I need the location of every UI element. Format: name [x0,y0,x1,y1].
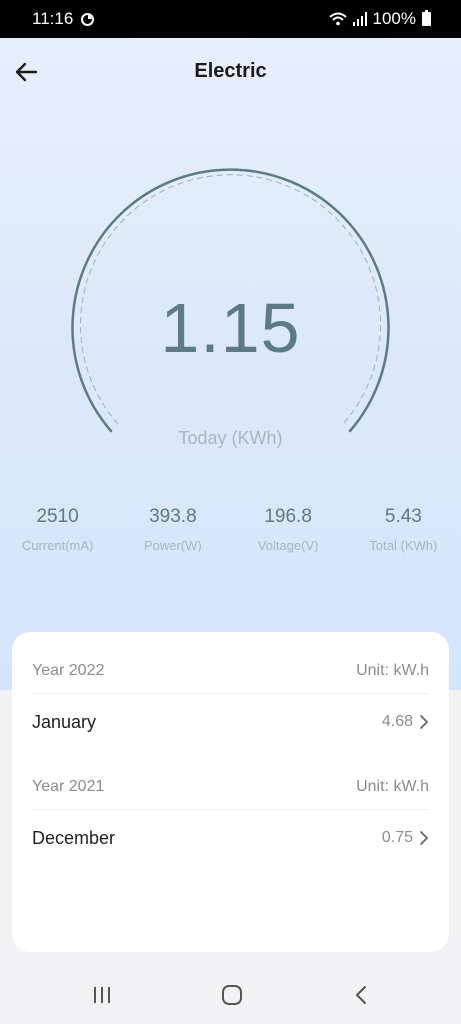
notification-icon [81,12,95,26]
month-row-january[interactable]: January 4.68 [32,694,429,750]
unit-label: Unit: kW.h [356,661,429,679]
battery-icon [422,10,431,26]
stat-value: 5.43 [384,506,422,527]
year-label: Year 2021 [32,777,105,795]
month-name: January [32,711,97,732]
status-bar: 11:16 100% [0,0,461,38]
signal-icon [352,12,367,26]
year-header: Year 2022 Unit: kW.h [32,632,429,694]
stat-power: 393.8 Power(W) [115,506,230,566]
system-nav-bar [0,966,461,1024]
stat-label: Current(mA) [21,538,94,553]
status-time: 11:16 [32,9,74,28]
unit-label: Unit: kW.h [356,777,429,795]
chevron-right-icon [420,831,428,845]
month-name: December [32,827,116,848]
home-icon [222,985,242,1005]
status-right: 100% [328,9,431,29]
header: Electric [0,38,461,106]
chevron-left-icon [356,986,366,1004]
chevron-right-icon [420,715,428,729]
history-card: Year 2022 Unit: kW.h January 4.68 Year 2… [12,632,449,952]
energy-gauge: 1.15 Today (KWh) [0,160,461,460]
today-energy-value: 1.15 [160,289,301,367]
system-back-button[interactable] [341,982,381,1008]
home-button[interactable] [212,982,252,1008]
stat-label: Power(W) [143,538,202,553]
recent-apps-button[interactable] [82,982,122,1008]
month-right: 4.68 [382,713,429,731]
month-row-december[interactable]: December 0.75 [32,810,429,866]
recent-apps-icon [94,987,110,1003]
wifi-icon [328,12,347,26]
stat-label: Total (KWh) [369,538,438,553]
stat-value: 2510 [36,506,79,527]
month-value: 0.75 [381,829,413,846]
stat-value: 196.8 [264,506,312,527]
year-label: Year 2022 [32,661,105,679]
page-title: Electric [194,60,267,82]
status-left: 11:16 [32,9,95,29]
battery-percent: 100% [372,9,416,28]
year-header: Year 2021 Unit: kW.h [32,750,429,810]
stat-current: 2510 Current(mA) [0,506,115,566]
stat-value: 393.8 [149,506,197,527]
stats-row: 2510 Current(mA) 393.8 Power(W) 196.8 Vo… [0,506,461,566]
month-value: 4.68 [381,713,413,730]
month-right: 0.75 [382,829,429,847]
stat-total: 5.43 Total (KWh) [346,506,461,566]
stat-label: Voltage(V) [257,538,319,553]
today-energy-label: Today (KWh) [178,428,283,448]
stat-voltage: 196.8 Voltage(V) [231,506,346,566]
